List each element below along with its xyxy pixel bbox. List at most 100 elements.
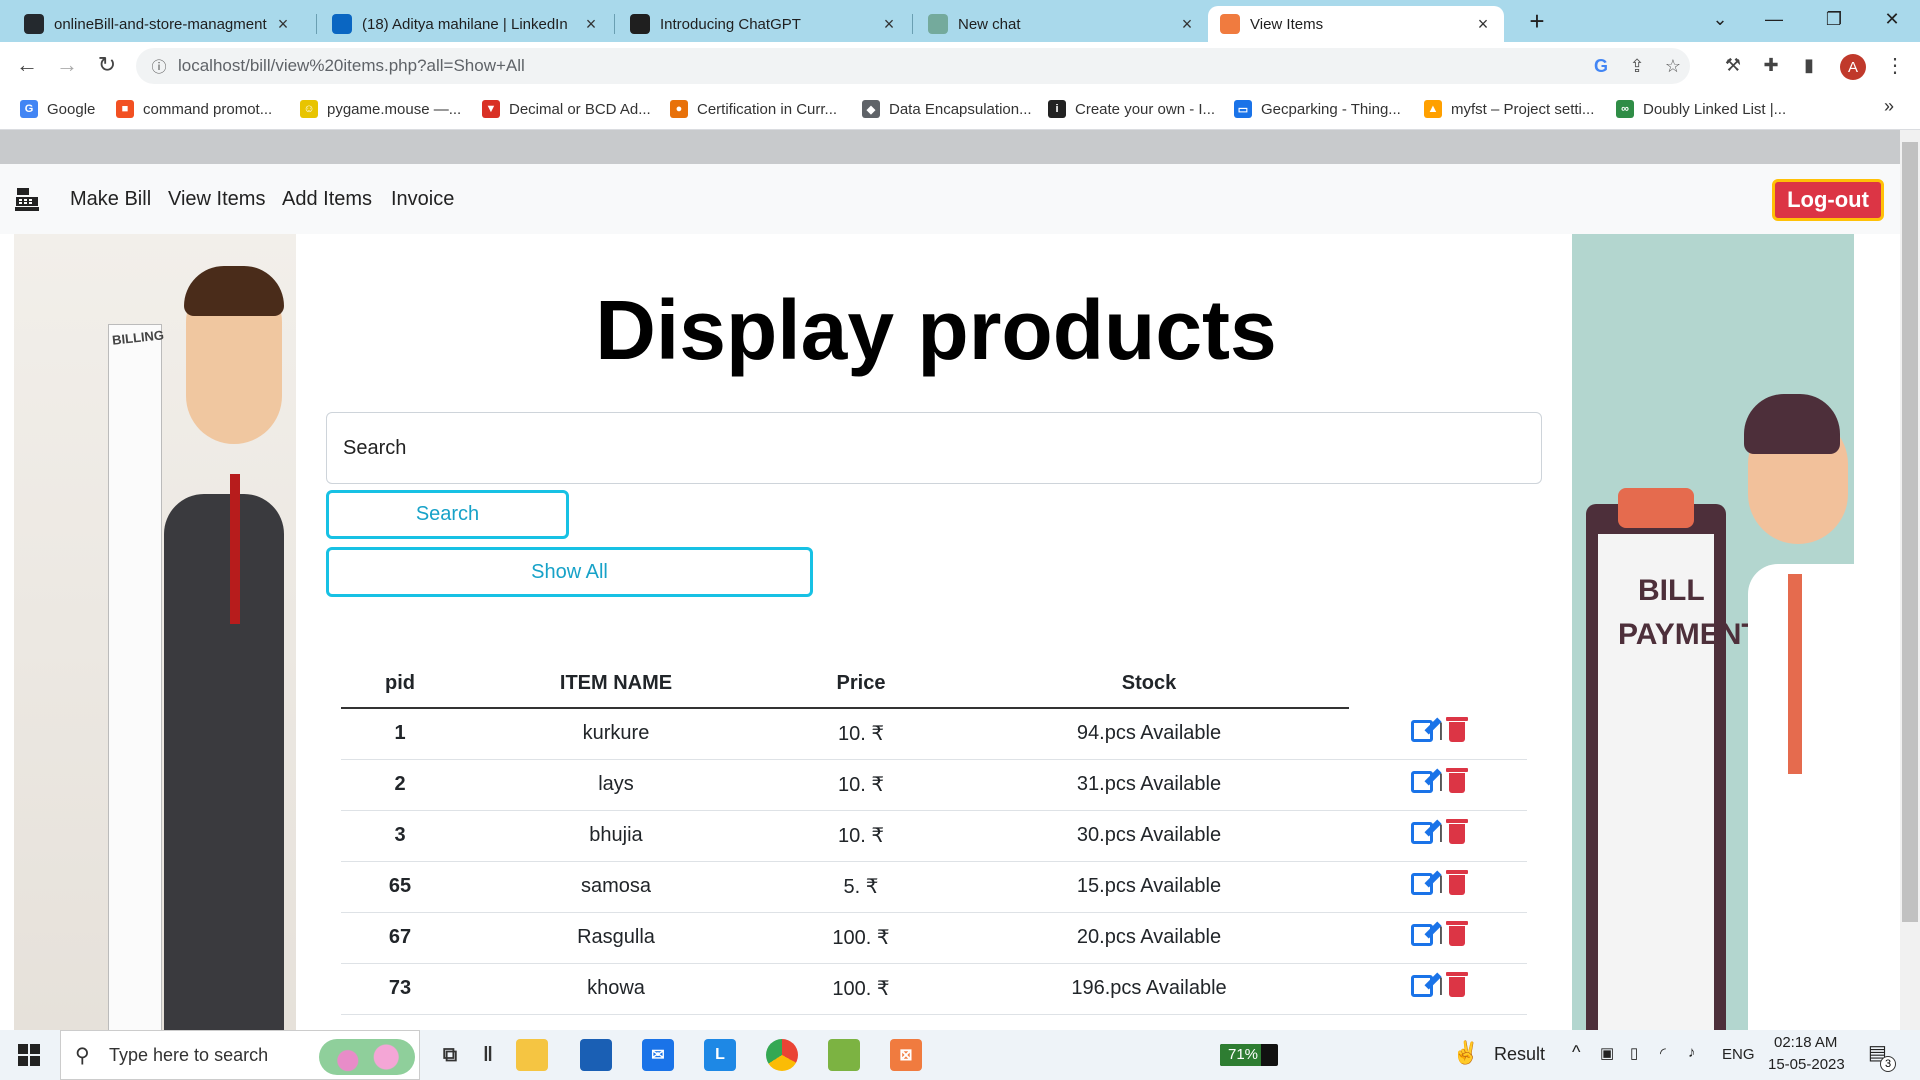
tab-2[interactable]: (18) Aditya mahilane | LinkedIn ×	[320, 6, 612, 42]
l-app-icon[interactable]: L	[704, 1039, 736, 1071]
nav-view-items[interactable]: View Items	[168, 188, 265, 211]
meet-now-icon[interactable]: ▣	[1600, 1044, 1614, 1062]
cash-register-icon[interactable]	[14, 186, 40, 212]
close-window-icon[interactable]: ✕	[1864, 0, 1920, 38]
bookmark-item[interactable]: ▼ Decimal or BCD Ad...	[482, 100, 651, 118]
notepad-app-icon[interactable]	[828, 1039, 860, 1071]
bookmarks-overflow-icon[interactable]: »	[1884, 96, 1894, 117]
tab-4[interactable]: New chat ×	[916, 6, 1208, 42]
tab-search-icon[interactable]: ⌄	[1692, 0, 1748, 38]
tab-5[interactable]: View Items ×	[1208, 6, 1504, 42]
profile-avatar[interactable]: A	[1840, 54, 1866, 80]
bookmark-item[interactable]: ● Certification in Curr...	[670, 100, 837, 118]
cell-price: 10. ₹	[773, 810, 949, 862]
windows-start-icon[interactable]	[18, 1044, 40, 1066]
xampp-icon[interactable]: ⊠	[890, 1039, 922, 1071]
tab-close-icon[interactable]: ×	[274, 14, 292, 35]
bookmark-item[interactable]: ▲ myfst – Project setti...	[1424, 100, 1594, 118]
tab-3[interactable]: Introducing ChatGPT ×	[618, 6, 910, 42]
maximize-icon[interactable]: ❐	[1806, 0, 1862, 38]
minimize-icon[interactable]: —	[1746, 0, 1802, 38]
row-actions: |	[1410, 819, 1469, 845]
bookmark-item[interactable]: ☺ pygame.mouse —...	[300, 100, 461, 118]
bookmark-label: Create your own - I...	[1075, 100, 1216, 118]
url-text[interactable]: localhost/bill/view%20items.php?all=Show…	[178, 56, 525, 76]
clock-time[interactable]: 02:18 AM	[1774, 1034, 1837, 1051]
bookmark-item[interactable]: G Google	[20, 100, 95, 118]
side-panel-icon[interactable]: ▮	[1792, 48, 1826, 82]
logout-button[interactable]: Log-out	[1772, 179, 1884, 221]
nav-add-items[interactable]: Add Items	[282, 188, 372, 211]
tab-separator	[316, 14, 317, 34]
browser-menu-icon[interactable]: ⋮	[1878, 48, 1912, 82]
tab-close-icon[interactable]: ×	[1178, 14, 1196, 35]
bookmark-star-icon[interactable]: ☆	[1660, 54, 1686, 78]
chatgpt-icon	[928, 14, 948, 34]
tab-close-icon[interactable]: ×	[582, 14, 600, 35]
file-explorer-icon[interactable]	[516, 1039, 548, 1071]
openai-icon	[630, 14, 650, 34]
cell-actions: |	[1349, 963, 1527, 1015]
bookmark-item[interactable]: ∞ Doubly Linked List |...	[1616, 100, 1786, 118]
address-bar[interactable]: ⓘ localhost/bill/view%20items.php?all=Sh…	[136, 48, 1690, 84]
search-input[interactable]: Search	[326, 412, 1542, 484]
clock-date[interactable]: 15-05-2023	[1768, 1056, 1845, 1073]
table-row: 1 kurkure 10. ₹94.pcs Available |	[341, 708, 1527, 760]
tab-1[interactable]: onlineBill-and-store-managment ×	[12, 6, 304, 42]
nav-make-bill[interactable]: Make Bill	[70, 188, 151, 211]
cell-stock: 31.pcs Available	[949, 759, 1349, 811]
delete-icon[interactable]	[1446, 921, 1469, 947]
wifi-icon[interactable]: ◜	[1660, 1044, 1666, 1062]
tab-close-icon[interactable]: ×	[1474, 14, 1492, 35]
cell-actions: |	[1349, 759, 1527, 811]
extension-wrench-icon[interactable]: ⚒	[1716, 48, 1750, 82]
tab-close-icon[interactable]: ×	[880, 14, 898, 35]
volume-icon[interactable]: ♪	[1688, 1044, 1696, 1061]
new-tab-button[interactable]: +	[1520, 6, 1554, 36]
delete-icon[interactable]	[1446, 819, 1469, 845]
language-indicator[interactable]: ENG	[1722, 1046, 1755, 1063]
lotus-flowers-icon	[319, 1039, 415, 1075]
forward-icon[interactable]: →	[50, 48, 84, 82]
microsoft-store-icon[interactable]	[580, 1039, 612, 1071]
cell-item-name: kurkure	[459, 708, 773, 760]
reload-icon[interactable]: ↻	[90, 48, 124, 82]
delete-icon[interactable]	[1446, 972, 1469, 998]
result-widget-icon[interactable]: ✌	[1452, 1040, 1479, 1066]
mail-icon[interactable]: ✉	[642, 1039, 674, 1071]
clipboard-paper	[1598, 534, 1714, 1030]
taskbar-search-box[interactable]: ⚲ Type here to search	[60, 1030, 420, 1080]
edit-icon[interactable]	[1410, 923, 1433, 946]
edit-icon[interactable]	[1410, 821, 1433, 844]
delete-icon[interactable]	[1446, 717, 1469, 742]
extensions-puzzle-icon[interactable]: ✚	[1754, 48, 1788, 82]
show-hidden-icons-icon[interactable]: ^	[1572, 1042, 1580, 1063]
delete-icon[interactable]	[1446, 768, 1469, 794]
bookmark-item[interactable]: ■ command promot...	[116, 100, 272, 118]
edit-icon[interactable]	[1410, 974, 1433, 997]
chrome-icon[interactable]	[766, 1039, 798, 1071]
show-all-button[interactable]: Show All	[326, 547, 813, 597]
edit-icon[interactable]	[1410, 872, 1433, 895]
scrollbar-thumb[interactable]	[1902, 142, 1918, 922]
receipt-paper	[108, 324, 162, 1030]
cell-pid: 3	[341, 810, 459, 862]
edit-icon[interactable]	[1410, 770, 1433, 793]
site-info-icon[interactable]: ⓘ	[146, 54, 172, 78]
delete-icon[interactable]	[1446, 870, 1469, 896]
edit-icon[interactable]	[1410, 719, 1433, 742]
google-lens-icon[interactable]: G	[1588, 54, 1614, 78]
nav-invoice[interactable]: Invoice	[391, 188, 454, 211]
search-button[interactable]: Search	[326, 490, 569, 539]
task-view-icon[interactable]: ⧉	[434, 1039, 466, 1071]
back-icon[interactable]: ←	[10, 48, 44, 82]
share-icon[interactable]: ⇪	[1624, 54, 1650, 78]
bookmark-item[interactable]: ◆ Data Encapsulation...	[862, 100, 1032, 118]
bookmark-item[interactable]: i Create your own - I...	[1048, 100, 1215, 118]
table-row: 65 samosa 5. ₹15.pcs Available |	[341, 861, 1527, 913]
result-label[interactable]: Result	[1494, 1044, 1545, 1065]
column-header-actions	[1349, 660, 1527, 708]
bookmark-item[interactable]: ▭ Gecparking - Thing...	[1234, 100, 1401, 118]
battery-text: 71%	[1228, 1046, 1259, 1063]
device-icon[interactable]: ▯	[1630, 1044, 1638, 1062]
